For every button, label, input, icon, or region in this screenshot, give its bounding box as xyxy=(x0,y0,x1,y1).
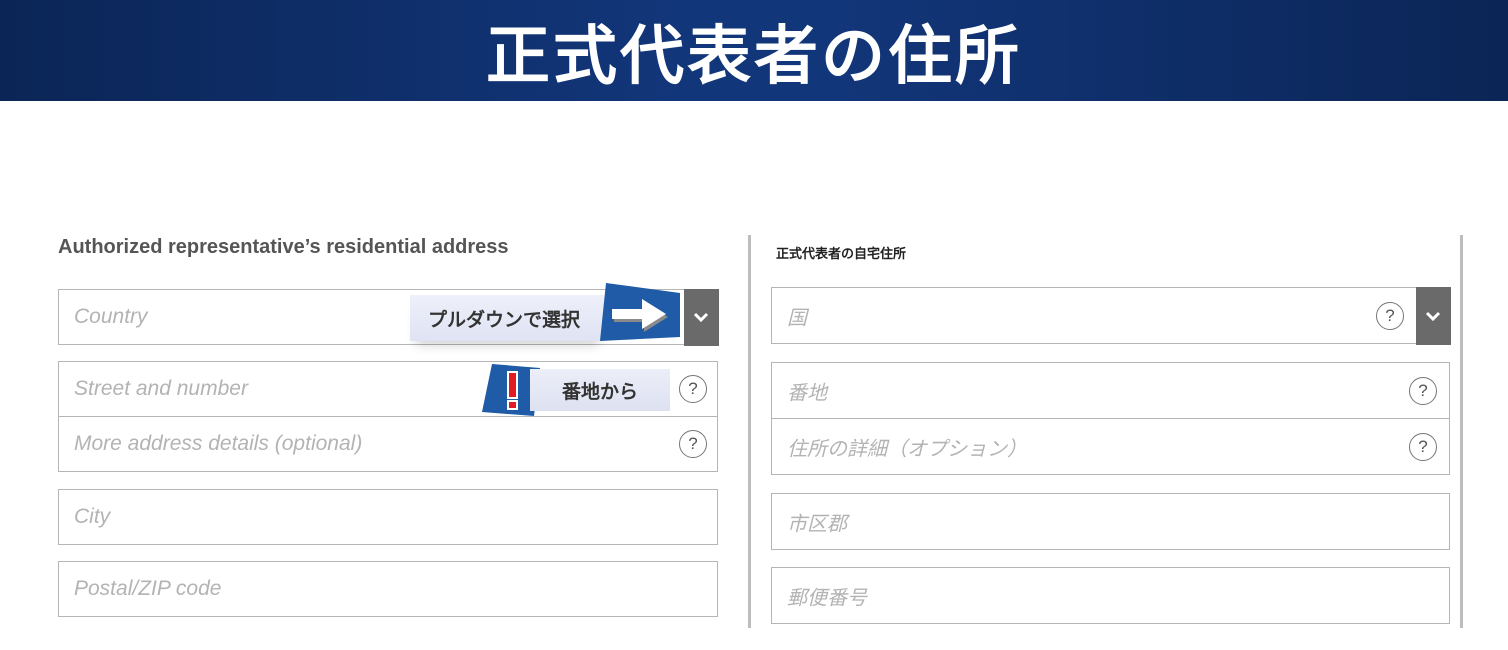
chevron-down-icon xyxy=(1425,311,1441,321)
more-details-placeholder-jp: 住所の詳細（オプション） xyxy=(787,436,1027,460)
arrow-right-icon xyxy=(600,283,680,341)
street-input-jp[interactable]: 番地 ? xyxy=(771,362,1450,419)
section-title-english: Authorized representative’s residential … xyxy=(58,236,509,258)
more-details-help-icon-jp[interactable]: ? xyxy=(1409,433,1437,461)
country-placeholder-jp: 国 xyxy=(787,305,807,329)
zip-input[interactable]: Postal/ZIP code xyxy=(58,561,718,617)
street-placeholder: Street and number xyxy=(74,377,248,400)
country-help-icon-jp[interactable]: ? xyxy=(1376,302,1404,330)
city-input-jp[interactable]: 市区郡 xyxy=(771,493,1450,550)
country-dropdown-button[interactable] xyxy=(683,288,719,346)
page-title: 正式代表者の住所 xyxy=(486,19,1022,94)
more-details-input-jp[interactable]: 住所の詳細（オプション） ? xyxy=(771,418,1450,475)
zip-placeholder-jp: 郵便番号 xyxy=(787,585,867,609)
page-banner: 正式代表者の住所 xyxy=(0,0,1508,101)
right-edge-divider xyxy=(1460,235,1463,628)
country-placeholder: Country xyxy=(74,305,148,328)
zip-input-jp[interactable]: 郵便番号 xyxy=(771,567,1450,624)
country-dropdown-button-jp[interactable] xyxy=(1415,286,1451,345)
street-placeholder-jp: 番地 xyxy=(787,380,827,404)
chevron-down-icon xyxy=(693,312,709,323)
more-details-help-icon[interactable]: ? xyxy=(679,430,707,458)
more-details-placeholder: More address details (optional) xyxy=(74,432,363,455)
pulldown-callout: プルダウンで選択 xyxy=(410,295,605,341)
section-title-japanese: 正式代表者の自宅住所 xyxy=(776,247,907,262)
street-help-icon[interactable]: ? xyxy=(679,375,707,403)
street-help-icon-jp[interactable]: ? xyxy=(1409,377,1437,405)
city-input[interactable]: City xyxy=(58,489,718,545)
more-details-input[interactable]: More address details (optional) ? xyxy=(58,416,718,472)
city-placeholder-jp: 市区郡 xyxy=(787,511,847,535)
country-select-jp[interactable]: 国 ? xyxy=(771,286,1451,345)
zip-placeholder: Postal/ZIP code xyxy=(74,577,222,600)
city-placeholder: City xyxy=(74,505,111,528)
column-divider xyxy=(748,235,751,628)
street-callout: 番地から xyxy=(530,369,670,411)
